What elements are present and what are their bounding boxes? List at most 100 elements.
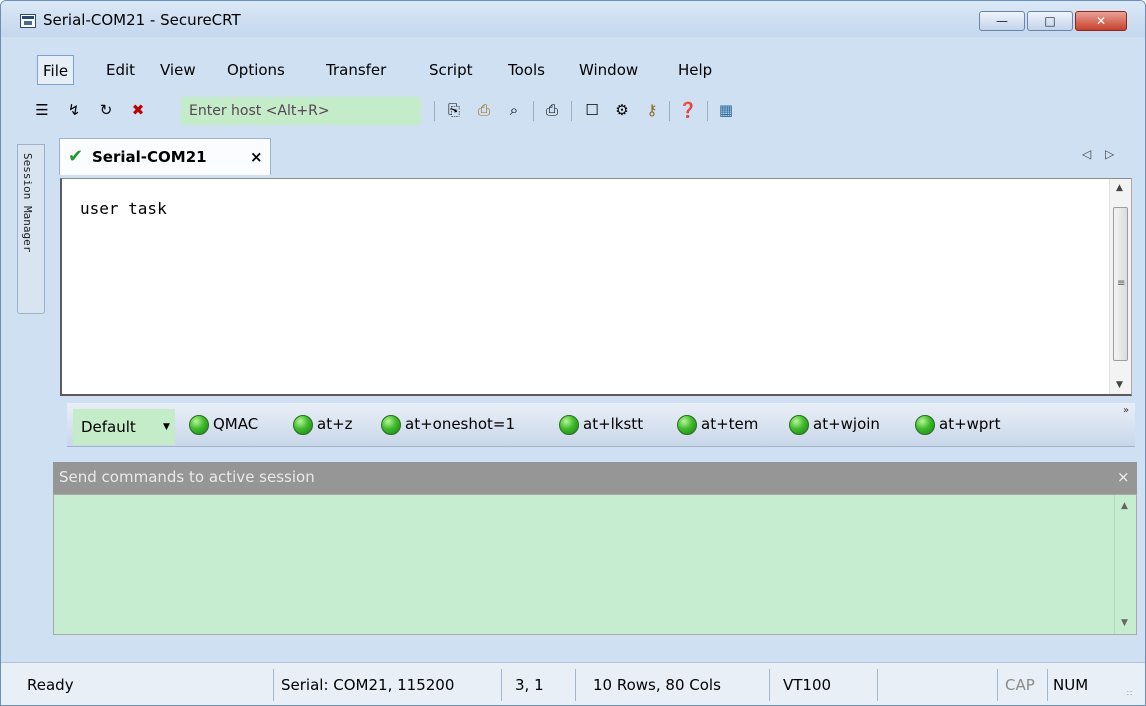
- command-window-close-icon[interactable]: ×: [1117, 468, 1130, 486]
- button-bar-select[interactable]: Default ▼: [73, 409, 175, 445]
- reconnect-icon[interactable]: ↻: [95, 99, 117, 121]
- green-led-icon: [189, 414, 209, 435]
- find-icon[interactable]: ⌕: [503, 99, 525, 121]
- connected-check-icon: ✔: [68, 146, 84, 167]
- menu-help[interactable]: Help: [673, 55, 717, 85]
- scroll-down-icon[interactable]: ▼: [1116, 380, 1123, 390]
- green-led-icon: [677, 414, 697, 435]
- green-led-icon: [789, 414, 809, 435]
- paste-icon[interactable]: ⎙: [473, 99, 495, 121]
- minimize-icon: —: [996, 14, 1008, 28]
- cursor-position: 3, 1: [515, 676, 544, 694]
- session-options-icon[interactable]: ☐: [581, 99, 603, 121]
- caps-lock-indicator: CAP: [1005, 676, 1035, 694]
- tab-scroll-right-icon[interactable]: ▷: [1105, 147, 1114, 161]
- green-led-icon: [381, 414, 401, 435]
- tab-serial-com21[interactable]: ✔ Serial-COM21 ×: [59, 138, 271, 175]
- close-icon: ✕: [1095, 14, 1107, 28]
- macro-button-at-wjoin[interactable]: at+wjoin: [789, 413, 880, 435]
- window-title: Serial-COM21 - SecureCRT: [43, 11, 241, 29]
- menu-file[interactable]: File: [37, 55, 75, 85]
- minimize-button[interactable]: —: [979, 11, 1025, 31]
- menu-view[interactable]: View: [155, 55, 201, 85]
- terminal-scrollbar[interactable]: ▲ ≡ ▼: [1109, 179, 1131, 394]
- command-window-title: Send commands to active session: [59, 468, 315, 486]
- status-text: Ready: [27, 676, 74, 694]
- sftp-icon[interactable]: ▦: [715, 99, 737, 121]
- macro-button-qmac[interactable]: QMAC: [189, 413, 258, 435]
- menu-options[interactable]: Options: [222, 55, 290, 85]
- close-window-button[interactable]: ✕: [1075, 11, 1127, 31]
- macro-label: at+wjoin: [813, 415, 880, 433]
- menu-script[interactable]: Script: [424, 55, 478, 85]
- scroll-up-icon[interactable]: ▲: [1121, 501, 1128, 511]
- securecrt-window: Serial-COM21 - SecureCRT — □ ✕ File Edit…: [0, 0, 1146, 706]
- status-divider: [997, 669, 998, 701]
- menu-edit[interactable]: Edit: [101, 55, 140, 85]
- status-divider: [273, 669, 274, 701]
- grip-icon: ≡: [1117, 278, 1126, 289]
- toolbar-separator: [434, 101, 435, 121]
- title-bar[interactable]: Serial-COM21 - SecureCRT — □ ✕: [1, 1, 1145, 37]
- status-bar: Ready Serial: COM21, 115200 3, 1 10 Rows…: [1, 662, 1145, 705]
- toolbar: ☰ ↯ ↻ ✖ Enter host <Alt+R> ⎘ ⎙ ⌕ ⎙ ☐ ⚙ ⚷…: [9, 93, 1139, 129]
- keymap-icon[interactable]: ⚷: [641, 99, 663, 121]
- disconnect-icon[interactable]: ✖: [127, 99, 149, 121]
- chevron-down-icon: ▼: [163, 422, 170, 432]
- macro-button-at-tem[interactable]: at+tem: [677, 413, 758, 435]
- menu-bar: File Edit View Options Transfer Script T…: [9, 55, 1139, 85]
- session-manager-label: Session Manager: [21, 153, 34, 253]
- tab-close-icon[interactable]: ×: [250, 148, 263, 166]
- status-divider: [501, 669, 502, 701]
- session-tab-bar: ✔ Serial-COM21 × ◁ ▷: [55, 135, 1141, 175]
- terminal-output: user task: [80, 199, 167, 218]
- terminal-pane[interactable]: user task ▲ ≡ ▼: [60, 178, 1132, 396]
- command-scrollbar[interactable]: ▲ ▼: [1114, 495, 1136, 634]
- macro-label: at+tem: [701, 415, 759, 433]
- command-input-area[interactable]: ▲ ▼: [53, 494, 1137, 635]
- macro-label: at+lkstt: [583, 415, 644, 433]
- print-icon[interactable]: ⎙: [541, 99, 563, 121]
- copy-icon[interactable]: ⎘: [443, 99, 465, 121]
- terminal-size: 10 Rows, 80 Cols: [593, 676, 721, 694]
- macro-label: QMAC: [213, 415, 259, 433]
- more-buttons-icon[interactable]: »: [1123, 405, 1129, 416]
- command-window-header: Send commands to active session ×: [53, 462, 1137, 494]
- tab-label: Serial-COM21: [92, 148, 207, 166]
- macro-button-at-wprt[interactable]: at+wprt: [915, 413, 1000, 435]
- scrollbar-thumb[interactable]: ≡: [1113, 207, 1128, 361]
- macro-label: at+z: [317, 415, 353, 433]
- macro-button-at-oneshot[interactable]: at+oneshot=1: [381, 413, 515, 435]
- status-divider: [769, 669, 770, 701]
- macro-label: at+wprt: [939, 415, 1001, 433]
- status-divider: [575, 669, 576, 701]
- toolbar-separator: [707, 101, 708, 121]
- host-input[interactable]: Enter host <Alt+R>: [181, 97, 421, 125]
- green-led-icon: [559, 414, 579, 435]
- menu-tools[interactable]: Tools: [503, 55, 550, 85]
- num-lock-indicator: NUM: [1053, 676, 1089, 694]
- scroll-up-icon[interactable]: ▲: [1116, 183, 1123, 193]
- macro-button-at-z[interactable]: at+z: [293, 413, 353, 435]
- tab-scroll-left-icon[interactable]: ◁: [1082, 147, 1091, 161]
- menu-window[interactable]: Window: [574, 55, 643, 85]
- maximize-icon: □: [1044, 14, 1056, 28]
- toolbar-separator: [571, 101, 572, 121]
- menu-transfer[interactable]: Transfer: [321, 55, 391, 85]
- help-icon[interactable]: ❓: [677, 99, 699, 121]
- macro-button-at-lkstt[interactable]: at+lkstt: [559, 413, 643, 435]
- maximize-button[interactable]: □: [1027, 11, 1073, 31]
- session-manager-tab[interactable]: Session Manager: [17, 144, 45, 314]
- green-led-icon: [293, 414, 313, 435]
- global-options-icon[interactable]: ⚙: [611, 99, 633, 121]
- connection-info: Serial: COM21, 115200: [281, 676, 455, 694]
- toolbar-separator: [533, 101, 534, 121]
- quick-connect-icon[interactable]: ↯: [63, 99, 85, 121]
- app-icon: [20, 14, 36, 28]
- toolbar-separator: [669, 101, 670, 121]
- connect-icon[interactable]: ☰: [31, 99, 53, 121]
- status-divider: [1047, 669, 1048, 701]
- emulation-mode: VT100: [783, 676, 832, 694]
- resize-grip-icon[interactable]: ∷: [1127, 689, 1132, 698]
- scroll-down-icon[interactable]: ▼: [1121, 618, 1128, 628]
